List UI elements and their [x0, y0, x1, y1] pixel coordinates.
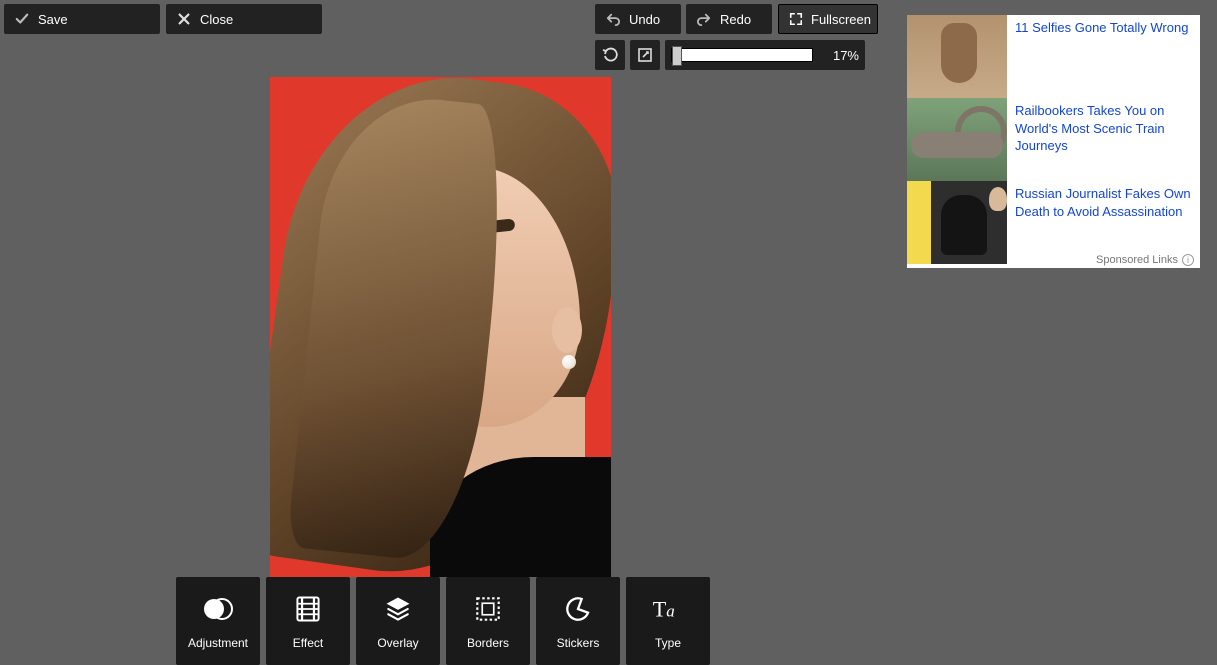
tool-label: Borders [467, 636, 509, 650]
rotate-cw-icon [602, 47, 618, 63]
redo-icon [696, 11, 712, 27]
fullscreen-label: Fullscreen [811, 12, 871, 27]
tool-label: Overlay [377, 636, 418, 650]
sponsored-item[interactable]: Russian Journalist Fakes Own Death to Av… [907, 181, 1200, 264]
fullscreen-icon [789, 11, 803, 27]
close-label: Close [200, 12, 233, 27]
sponsored-item[interactable]: Railbookers Takes You on World's Most Sc… [907, 98, 1200, 181]
sponsored-item[interactable]: 11 Selfies Gone Totally Wrong [907, 15, 1200, 98]
check-icon [14, 11, 30, 27]
sponsored-panel: 11 Selfies Gone Totally Wrong Railbooker… [907, 15, 1200, 268]
ad-thumbnail [907, 181, 1007, 264]
rotate-ccw-button[interactable] [630, 40, 660, 70]
tool-panel: Adjustment Effect Overlay Borders Sticke… [176, 577, 710, 665]
tool-label: Stickers [557, 636, 600, 650]
zoom-control: 17% [665, 40, 865, 70]
editor-canvas[interactable] [270, 77, 611, 577]
redo-label: Redo [720, 12, 751, 27]
tool-borders[interactable]: Borders [446, 577, 530, 665]
undo-button[interactable]: Undo [595, 4, 681, 34]
ad-headline[interactable]: Russian Journalist Fakes Own Death to Av… [1015, 186, 1191, 219]
tool-stickers[interactable]: Stickers [536, 577, 620, 665]
rotate-ccw-icon [637, 47, 653, 63]
effect-icon [291, 592, 325, 626]
info-icon[interactable]: i [1182, 254, 1194, 266]
ad-headline[interactable]: 11 Selfies Gone Totally Wrong [1015, 20, 1188, 35]
sponsored-label[interactable]: Sponsored Links [1096, 254, 1178, 266]
overlay-icon [381, 592, 415, 626]
tool-adjustment[interactable]: Adjustment [176, 577, 260, 665]
undo-icon [605, 11, 621, 27]
undo-label: Undo [629, 12, 660, 27]
tool-label: Adjustment [188, 636, 248, 650]
zoom-slider[interactable] [671, 48, 813, 62]
tool-label: Type [655, 636, 681, 650]
adjustment-icon [201, 592, 235, 626]
tool-effect[interactable]: Effect [266, 577, 350, 665]
zoom-slider-thumb[interactable] [672, 46, 682, 66]
ad-headline[interactable]: Railbookers Takes You on World's Most Sc… [1015, 103, 1165, 153]
ad-thumbnail [907, 15, 1007, 98]
zoom-value: 17% [825, 48, 859, 63]
tool-type[interactable]: Ta Type [626, 577, 710, 665]
stickers-icon [561, 592, 595, 626]
borders-icon [471, 592, 505, 626]
close-icon [176, 11, 192, 27]
type-icon: Ta [651, 592, 685, 626]
svg-text:a: a [666, 602, 675, 621]
rotate-cw-button[interactable] [595, 40, 625, 70]
tool-overlay[interactable]: Overlay [356, 577, 440, 665]
ad-thumbnail [907, 98, 1007, 181]
save-label: Save [38, 12, 68, 27]
fullscreen-button[interactable]: Fullscreen [778, 4, 878, 34]
tool-label: Effect [293, 636, 323, 650]
sponsored-footer: Sponsored Links i [1096, 254, 1194, 266]
redo-button[interactable]: Redo [686, 4, 772, 34]
svg-text:T: T [653, 597, 667, 622]
close-button[interactable]: Close [166, 4, 322, 34]
save-button[interactable]: Save [4, 4, 160, 34]
